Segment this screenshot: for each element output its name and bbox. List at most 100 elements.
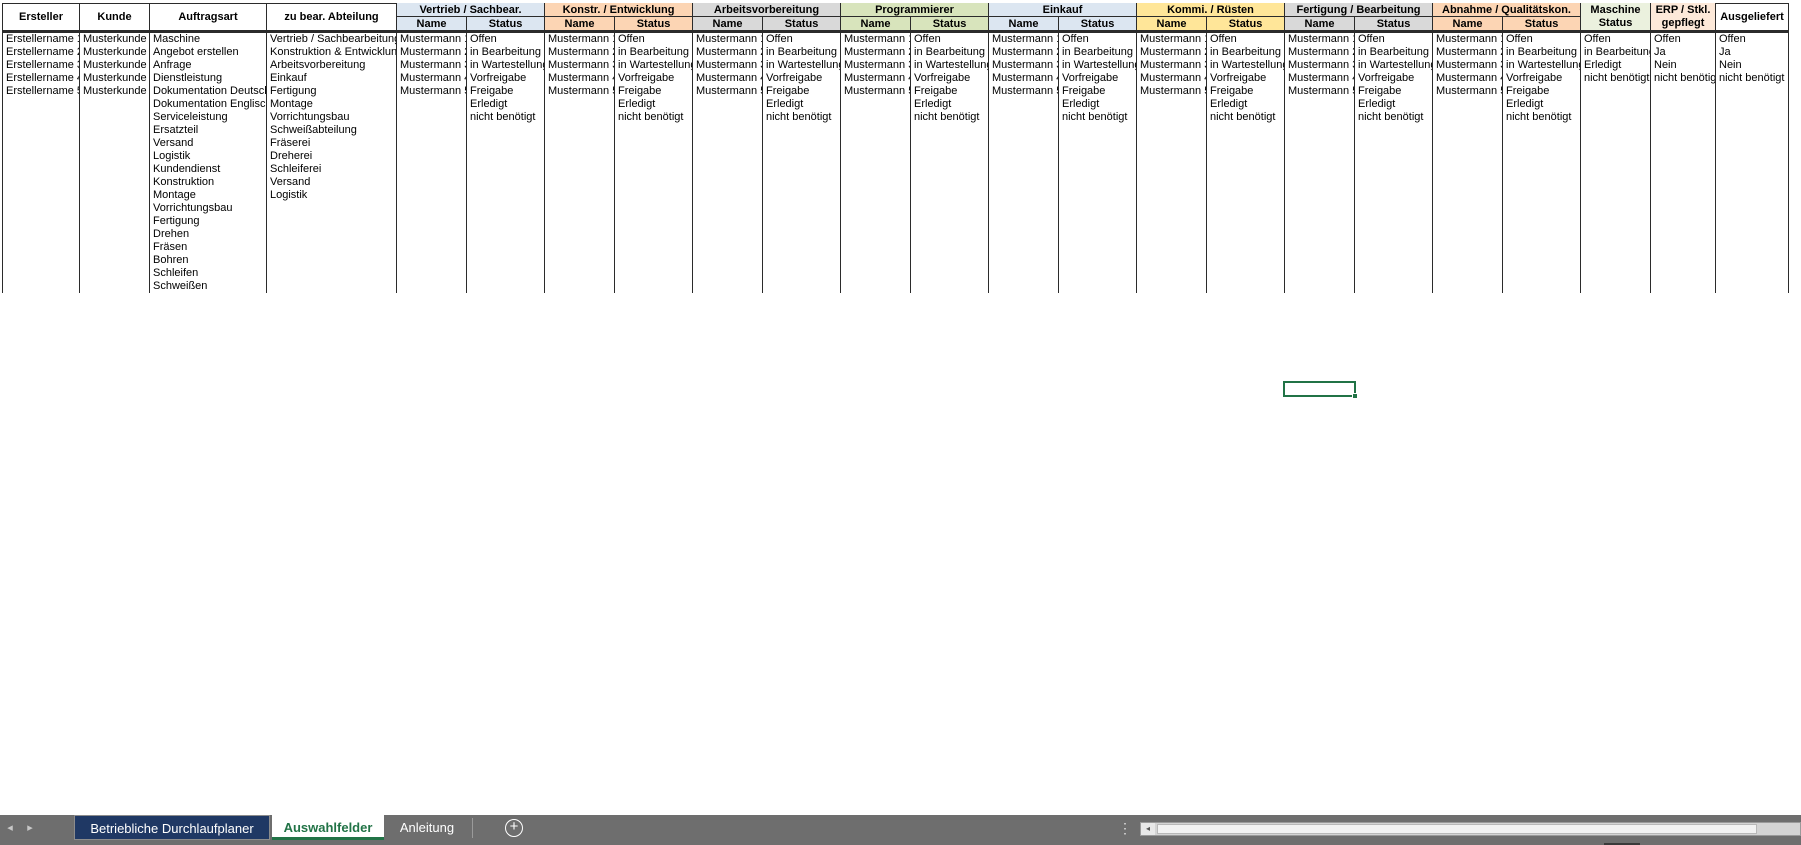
column-kunde[interactable]: Musterkunde 1 Musterkunde 2 Musterkunde 3M…: [80, 31, 150, 293]
cell[interactable]: Vorfreigabe: [1210, 72, 1284, 85]
column-abnahme-status[interactable]: Offen in Bearbeitung in Wartestellung Vorfr…: [1503, 31, 1581, 293]
column-abteilung[interactable]: Vertrieb / Sachbearbeitung Konstruktion &…: [267, 31, 397, 293]
cell[interactable]: in Wartestellung: [1062, 59, 1136, 72]
header-programmierer[interactable]: Programmierer: [841, 3, 989, 17]
cell[interactable]: Versand: [153, 137, 266, 150]
tab-anleitung[interactable]: Anleitung: [388, 815, 466, 840]
cell[interactable]: Konstruktion & Entwicklung: [270, 46, 396, 59]
cell[interactable]: Freigabe: [470, 85, 544, 98]
cell[interactable]: Offen: [1506, 33, 1580, 46]
cell[interactable]: Schleifen: [153, 267, 266, 280]
cell[interactable]: Mustermann 5: [1288, 85, 1354, 98]
cell[interactable]: Logistik: [153, 150, 266, 163]
cell[interactable]: Mustermann 5: [1436, 85, 1502, 98]
header-kunde[interactable]: Kunde: [80, 3, 150, 31]
tab-betriebliche-durchlaufplaner[interactable]: Betriebliche Durchlaufplaner: [74, 815, 270, 840]
cell[interactable]: Mustermann 3: [992, 59, 1058, 72]
cell[interactable]: Offen: [470, 33, 544, 46]
cell[interactable]: Schleiferei: [270, 163, 396, 176]
cell[interactable]: Schweißabteilung: [270, 124, 396, 137]
cell[interactable]: in Wartestellung: [1210, 59, 1284, 72]
cell[interactable]: Mustermann 5: [400, 85, 466, 98]
column-ausgeliefert[interactable]: Offen Ja Nein nicht benötigt: [1716, 31, 1789, 293]
cell[interactable]: Offen: [766, 33, 840, 46]
cell[interactable]: in Wartestellung: [766, 59, 840, 72]
cell[interactable]: Offen: [1654, 33, 1715, 46]
horizontal-scrollbar[interactable]: ◂: [1140, 822, 1801, 836]
column-abnahme-name[interactable]: Mustermann 1 Mustermann 2 Mustermann 3 Must…: [1433, 31, 1503, 293]
cell[interactable]: Vorfreigabe: [766, 72, 840, 85]
cell[interactable]: Logistik: [270, 189, 396, 202]
header-kommi-ruesten[interactable]: Kommi. / Rüsten: [1137, 3, 1285, 17]
header-ausgeliefert[interactable]: Ausgeliefert: [1716, 3, 1789, 31]
worksheet-grid[interactable]: Ersteller Kunde Auftragsart zu bear. Abt…: [0, 0, 1801, 815]
cell[interactable]: Mustermann 5: [696, 85, 762, 98]
more-options-icon[interactable]: ⋮: [1118, 815, 1132, 841]
cell[interactable]: Erledigt: [470, 98, 544, 111]
cell[interactable]: Mustermann 2: [1140, 46, 1206, 59]
cell[interactable]: Mustermann 3: [1288, 59, 1354, 72]
column-ersteller[interactable]: Erstellername 1 Erstellername 2 Erstellern…: [3, 31, 80, 293]
cell[interactable]: Ersatzteil: [153, 124, 266, 137]
column-einkauf-name[interactable]: Mustermann 1 Mustermann 2 Mustermann 3 Must…: [989, 31, 1059, 293]
cell[interactable]: Serviceleistung: [153, 111, 266, 124]
header-abnahme[interactable]: Abnahme / Qualitätskon.: [1433, 3, 1581, 17]
column-vertrieb-status[interactable]: Offen in Bearbeitung in Wartestellung Vorfr…: [467, 31, 545, 293]
cell[interactable]: Freigabe: [914, 85, 988, 98]
cell[interactable]: Erstellername 3: [6, 59, 79, 72]
cell[interactable]: Mustermann 2: [696, 46, 762, 59]
cell[interactable]: Schweißen: [153, 280, 266, 293]
cell[interactable]: Mustermann 1: [992, 33, 1058, 46]
cell[interactable]: Fertigung: [270, 85, 396, 98]
column-fertigung-status[interactable]: Offen in Bearbeitung in Wartestellung Vorfr…: [1355, 31, 1433, 293]
subheader-status[interactable]: Status: [1503, 17, 1581, 31]
subheader-name[interactable]: Name: [545, 17, 615, 31]
cell[interactable]: in Bearbeitung: [1506, 46, 1580, 59]
cell[interactable]: Erledigt: [766, 98, 840, 111]
cell[interactable]: Mustermann 4: [992, 72, 1058, 85]
cell[interactable]: Ja: [1719, 46, 1788, 59]
column-arbeitsvorbereitung-status[interactable]: Offen in Bearbeitung in Wartestellung Vorfr…: [763, 31, 841, 293]
cell[interactable]: Mustermann 2: [1288, 46, 1354, 59]
cell[interactable]: in Wartestellung: [914, 59, 988, 72]
header-abteilung[interactable]: zu bear. Abteilung: [267, 3, 397, 31]
subheader-status[interactable]: Status: [615, 17, 693, 31]
subheader-name[interactable]: Name: [397, 17, 467, 31]
cell[interactable]: Offen: [1719, 33, 1788, 46]
cell[interactable]: Mustermann 3: [1436, 59, 1502, 72]
subheader-status[interactable]: Status: [1207, 17, 1285, 31]
cell[interactable]: Musterkunde 4: [83, 72, 149, 85]
header-maschine-status[interactable]: Maschine Status: [1581, 3, 1651, 31]
cell[interactable]: Offen: [1584, 33, 1650, 46]
cell[interactable]: Mustermann 3: [696, 59, 762, 72]
cell[interactable]: Dreherei: [270, 150, 396, 163]
cell[interactable]: Freigabe: [1210, 85, 1284, 98]
cell[interactable]: Freigabe: [1506, 85, 1580, 98]
cell[interactable]: Erledigt: [618, 98, 692, 111]
cell[interactable]: in Bearbeitung: [1210, 46, 1284, 59]
cell[interactable]: Mustermann 5: [548, 85, 614, 98]
header-auftragsart[interactable]: Auftragsart: [150, 3, 267, 31]
cell[interactable]: Offen: [618, 33, 692, 46]
column-fertigung-name[interactable]: Mustermann 1 Mustermann 2 Mustermann 3 Must…: [1285, 31, 1355, 293]
subheader-status[interactable]: Status: [467, 17, 545, 31]
cell[interactable]: Angebot erstellen: [153, 46, 266, 59]
subheader-name[interactable]: Name: [693, 17, 763, 31]
subheader-name[interactable]: Name: [841, 17, 911, 31]
cell[interactable]: Mustermann 2: [400, 46, 466, 59]
cell[interactable]: Fräserei: [270, 137, 396, 150]
cell[interactable]: Mustermann 3: [1140, 59, 1206, 72]
column-kommi-name[interactable]: Mustermann 1 Mustermann 2 Mustermann 3 Must…: [1137, 31, 1207, 293]
cell[interactable]: in Wartestellung: [1506, 59, 1580, 72]
cell[interactable]: Mustermann 4: [548, 72, 614, 85]
subheader-name[interactable]: Name: [1433, 17, 1503, 31]
cell[interactable]: Montage: [270, 98, 396, 111]
tab-auswahlfelder[interactable]: Auswahlfelder: [272, 815, 384, 840]
cell[interactable]: nicht benötigt: [766, 111, 840, 124]
cell[interactable]: Drehen: [153, 228, 266, 241]
column-konstruktion-name[interactable]: Mustermann 1 Mustermann 2 Mustermann 3 Must…: [545, 31, 615, 293]
column-programmierer-status[interactable]: Offen in Bearbeitung in Wartestellung Vorfr…: [911, 31, 989, 293]
cell[interactable]: Montage: [153, 189, 266, 202]
cell[interactable]: Mustermann 3: [844, 59, 910, 72]
column-programmierer-name[interactable]: Mustermann 1 Mustermann 2 Mustermann 3 Must…: [841, 31, 911, 293]
